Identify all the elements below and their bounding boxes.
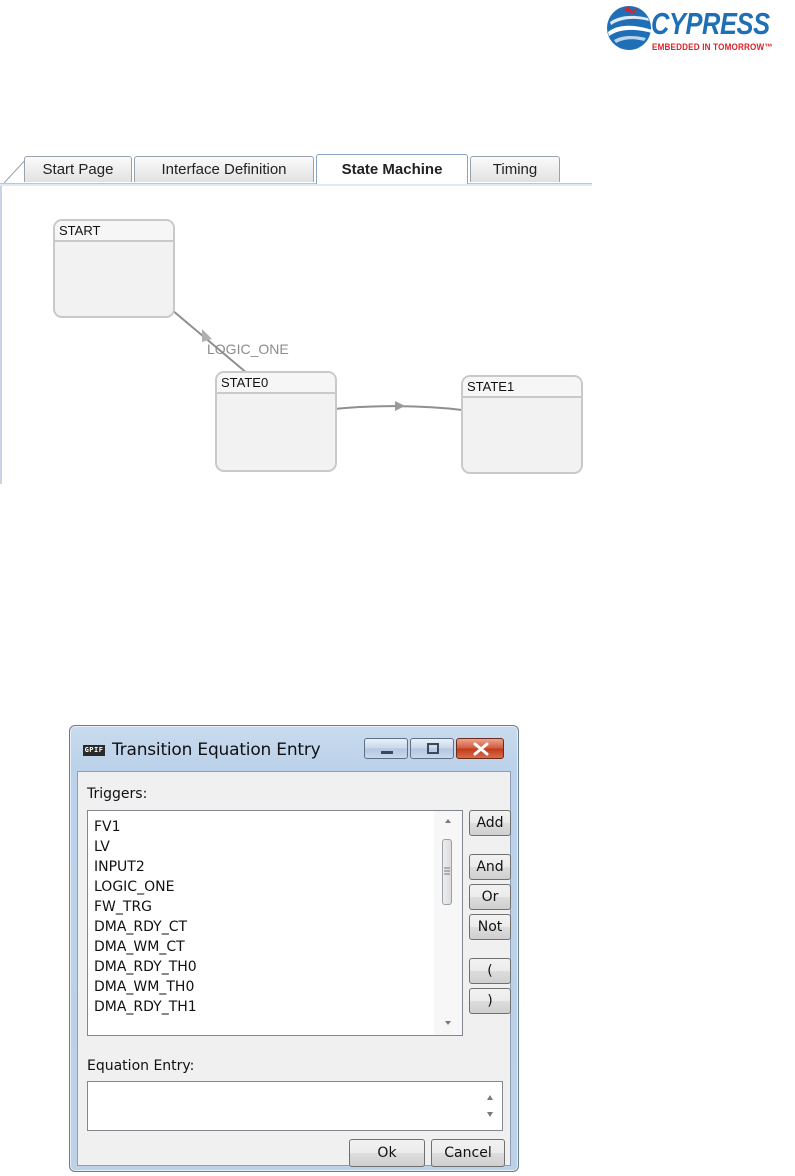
dialog-client-area: Triggers: FV1 LV INPUT2 LOGIC_ONE FW_TRG… <box>77 771 511 1167</box>
cypress-logo: CYPRESS EMBEDDED IN TOMORROW™ <box>604 2 794 60</box>
trigger-item[interactable]: DMA_WM_TH0 <box>94 977 462 997</box>
grip-icon <box>444 867 450 875</box>
minimize-icon <box>381 751 393 754</box>
cancel-button[interactable]: Cancel <box>431 1139 505 1167</box>
tab-timing[interactable]: Timing <box>470 156 560 182</box>
dialog-titlebar[interactable]: GPIF Transition Equation Entry <box>70 726 518 770</box>
state-machine-editor: Start Page Interface Definition State Ma… <box>0 154 594 484</box>
equation-entry-box[interactable] <box>87 1081 503 1131</box>
brand-tagline: EMBEDDED IN TOMORROW™ <box>652 42 773 52</box>
maximize-icon <box>427 743 439 754</box>
trigger-item[interactable]: LOGIC_ONE <box>94 877 462 897</box>
state-state0[interactable]: STATE0 <box>215 371 337 472</box>
triggers-scrollbar[interactable] <box>434 811 462 1035</box>
maximize-button[interactable] <box>410 738 454 759</box>
gpif-app-icon: GPIF <box>83 745 105 756</box>
trigger-item[interactable]: INPUT2 <box>94 857 462 877</box>
transition-arrow-icon <box>395 401 405 411</box>
triggers-list[interactable]: FV1 LV INPUT2 LOGIC_ONE FW_TRG DMA_RDY_C… <box>87 810 463 1036</box>
trigger-item[interactable]: FV1 <box>94 817 462 837</box>
trigger-item[interactable]: DMA_WM_CT <box>94 937 462 957</box>
state-title: START <box>55 221 173 242</box>
scroll-down-icon[interactable] <box>487 1112 493 1117</box>
equation-entry-field[interactable] <box>88 1082 480 1130</box>
brand-name: CYPRESS <box>651 6 770 41</box>
transition-label: LOGIC_ONE <box>207 341 289 357</box>
equation-entry-label: Equation Entry: <box>87 1058 195 1074</box>
state-title: STATE1 <box>463 377 581 398</box>
state-title: STATE0 <box>217 373 335 394</box>
transition-equation-dialog: GPIF Transition Equation Entry Triggers:… <box>69 725 519 1172</box>
state-state1[interactable]: STATE1 <box>461 375 583 474</box>
open-paren-button[interactable]: ( <box>469 958 511 984</box>
state-machine-canvas[interactable]: START LOGIC_ONE STATE0 STATE1 <box>0 186 594 484</box>
close-icon <box>473 742 489 756</box>
scroll-down-icon[interactable] <box>434 1015 462 1031</box>
cypress-globe-icon <box>607 6 652 50</box>
scroll-up-icon[interactable] <box>487 1095 493 1100</box>
trigger-item[interactable]: LV <box>94 837 462 857</box>
trigger-item[interactable]: FW_TRG <box>94 897 462 917</box>
trigger-item[interactable]: DMA_RDY_TH1 <box>94 997 462 1017</box>
and-button[interactable]: And <box>469 854 511 880</box>
minimize-button[interactable] <box>364 738 408 759</box>
trigger-item[interactable]: DMA_RDY_TH0 <box>94 957 462 977</box>
close-paren-button[interactable]: ) <box>469 988 511 1014</box>
tab-interface-definition[interactable]: Interface Definition <box>134 156 314 182</box>
tab-strip: Start Page Interface Definition State Ma… <box>0 154 592 187</box>
add-button[interactable]: Add <box>469 810 511 836</box>
equation-scrollbar[interactable] <box>478 1082 502 1130</box>
ok-button[interactable]: Ok <box>349 1139 425 1167</box>
scroll-up-icon[interactable] <box>434 813 462 829</box>
not-button[interactable]: Not <box>469 914 511 940</box>
dialog-title: Transition Equation Entry <box>112 740 321 760</box>
tab-state-machine[interactable]: State Machine <box>316 154 468 184</box>
close-button[interactable] <box>456 738 504 759</box>
triggers-label: Triggers: <box>87 786 148 802</box>
or-button[interactable]: Or <box>469 884 511 910</box>
tab-start-page[interactable]: Start Page <box>24 156 132 182</box>
scroll-thumb[interactable] <box>442 839 452 905</box>
trigger-item[interactable]: DMA_RDY_CT <box>94 917 462 937</box>
state-start[interactable]: START <box>53 219 175 318</box>
